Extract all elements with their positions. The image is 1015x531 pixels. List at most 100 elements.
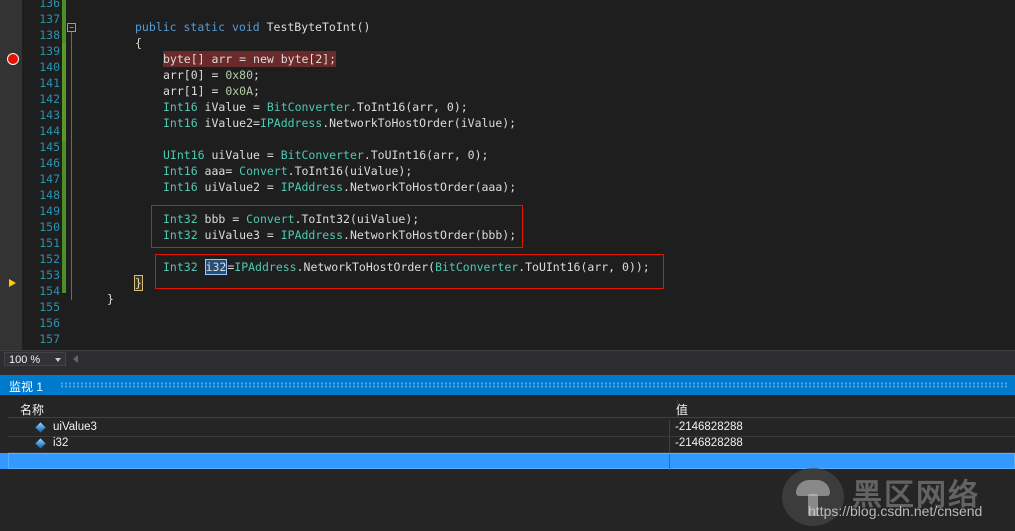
code-line-153: } bbox=[134, 275, 143, 291]
line-number: 157 bbox=[39, 332, 60, 346]
token: 0x80 bbox=[225, 68, 254, 82]
token: .NetworkToHostOrder(aaa); bbox=[343, 180, 517, 194]
token: arr[0] = bbox=[163, 68, 226, 82]
zoom-value: 100 % bbox=[9, 354, 41, 366]
code-line-140: arr[0] = 0x80; bbox=[163, 67, 260, 83]
line-number: 148 bbox=[39, 188, 60, 202]
code-editor[interactable]: 136 137 138 139 140 141 142 143 144 145 … bbox=[0, 0, 1015, 350]
watermark-url: https://blog.csdn.net/cnsend bbox=[808, 503, 983, 519]
line-number: 142 bbox=[39, 92, 60, 106]
column-divider bbox=[669, 454, 670, 470]
code-line-154: } bbox=[107, 292, 114, 306]
field-icon bbox=[35, 422, 46, 433]
token: Int16 bbox=[163, 116, 198, 130]
line-number: 150 bbox=[39, 220, 60, 234]
line-number: 147 bbox=[39, 172, 60, 186]
collapse-icon[interactable]: − bbox=[67, 23, 76, 32]
chevron-down-icon bbox=[55, 358, 61, 362]
code-line-139: byte[] arr = new byte[2]; bbox=[163, 51, 337, 67]
column-header-name[interactable]: 名称 bbox=[20, 401, 44, 418]
token: 0x0A bbox=[225, 84, 254, 98]
line-number: 146 bbox=[39, 156, 60, 170]
scroll-left-icon[interactable] bbox=[73, 355, 78, 363]
token: arr[1] = bbox=[163, 84, 226, 98]
field-icon bbox=[35, 438, 46, 449]
token: Convert bbox=[239, 164, 288, 178]
watch-new-row-input[interactable] bbox=[8, 453, 1015, 470]
highlight-box bbox=[151, 205, 523, 248]
token: iValue = bbox=[197, 100, 267, 114]
token: public bbox=[135, 20, 177, 34]
token: BitConverter bbox=[280, 148, 364, 162]
code-line-148: Int16 uiValue2 = IPAddress.NetworkToHost… bbox=[163, 179, 516, 195]
line-number: 140 bbox=[39, 60, 60, 74]
token: byte[] arr = bbox=[163, 52, 254, 66]
token: byte[2]; bbox=[273, 52, 337, 66]
breakpoint-icon[interactable] bbox=[7, 53, 19, 65]
token: .ToInt16(uiValue); bbox=[287, 164, 413, 178]
watch-row[interactable]: uiValue3 -2146828288 bbox=[8, 420, 1015, 437]
highlight-box bbox=[155, 254, 664, 289]
token: BitConverter bbox=[266, 100, 350, 114]
line-number: 139 bbox=[39, 44, 60, 58]
watch-value[interactable]: -2146828288 bbox=[675, 437, 743, 449]
line-number: 141 bbox=[39, 76, 60, 90]
token: IPAddress bbox=[259, 116, 323, 130]
code-line-147: Int16 aaa= Convert.ToInt16(uiValue); bbox=[163, 163, 412, 179]
line-number: 145 bbox=[39, 140, 60, 154]
token: .ToUInt16(arr, 0); bbox=[363, 148, 489, 162]
column-header-value[interactable]: 值 bbox=[676, 401, 688, 418]
change-bar bbox=[62, 43, 66, 141]
zoom-dropdown[interactable]: 100 % bbox=[4, 352, 66, 366]
drag-grip[interactable] bbox=[60, 382, 1007, 388]
code-line-143: Int16 iValue2=IPAddress.NetworkToHostOrd… bbox=[163, 115, 516, 131]
column-divider bbox=[669, 420, 670, 436]
line-number: 154 bbox=[39, 284, 60, 298]
code-line-142: Int16 iValue = BitConverter.ToInt16(arr,… bbox=[163, 99, 468, 115]
token: Int16 bbox=[163, 180, 198, 194]
panel-splitter[interactable] bbox=[0, 368, 1015, 375]
watch-name[interactable]: i32 bbox=[53, 437, 68, 449]
row-selection-stripe bbox=[0, 453, 8, 469]
editor-status-bar: 100 % bbox=[0, 350, 1015, 368]
watch-panel-header[interactable]: 监视 1 bbox=[0, 375, 1015, 395]
token: UInt16 bbox=[163, 148, 205, 162]
code-line-137: public static void TestByteToInt() bbox=[135, 19, 370, 35]
outline-line bbox=[71, 32, 72, 300]
line-number: 155 bbox=[39, 300, 60, 314]
watch-row[interactable]: i32 -2146828288 bbox=[8, 436, 1015, 453]
token: .NetworkToHostOrder(iValue); bbox=[322, 116, 517, 130]
line-number: 136 bbox=[39, 0, 60, 10]
line-number: 151 bbox=[39, 236, 60, 250]
line-number: 138 bbox=[39, 28, 60, 42]
current-statement-arrow-icon bbox=[9, 279, 16, 287]
token: ; bbox=[253, 84, 260, 98]
token: aaa= bbox=[197, 164, 240, 178]
token: new bbox=[253, 52, 274, 66]
token: iValue2= bbox=[197, 116, 260, 130]
token: Int16 bbox=[163, 164, 198, 178]
column-divider bbox=[669, 436, 670, 452]
line-number: 144 bbox=[39, 124, 60, 138]
line-number: 153 bbox=[39, 268, 60, 282]
line-number: 152 bbox=[39, 252, 60, 266]
watch-value[interactable]: -2146828288 bbox=[675, 421, 743, 433]
change-bar bbox=[62, 141, 66, 293]
token: static bbox=[183, 20, 226, 34]
code-line-138: { bbox=[135, 36, 142, 50]
token: uiValue = bbox=[204, 148, 281, 162]
line-number: 137 bbox=[39, 12, 60, 26]
line-number: 149 bbox=[39, 204, 60, 218]
line-number: 156 bbox=[39, 316, 60, 330]
token: void bbox=[231, 20, 260, 34]
watch-name[interactable]: uiValue3 bbox=[53, 421, 97, 433]
line-number: 143 bbox=[39, 108, 60, 122]
token: TestByteToInt() bbox=[259, 20, 371, 34]
token: IPAddress bbox=[280, 180, 344, 194]
token: .ToInt16(arr, 0); bbox=[349, 100, 468, 114]
change-bar bbox=[62, 0, 66, 43]
watch-panel-title: 监视 1 bbox=[9, 380, 44, 394]
token: Int16 bbox=[163, 100, 198, 114]
code-line-146: UInt16 uiValue = BitConverter.ToUInt16(a… bbox=[163, 147, 488, 163]
token: ; bbox=[253, 68, 260, 82]
